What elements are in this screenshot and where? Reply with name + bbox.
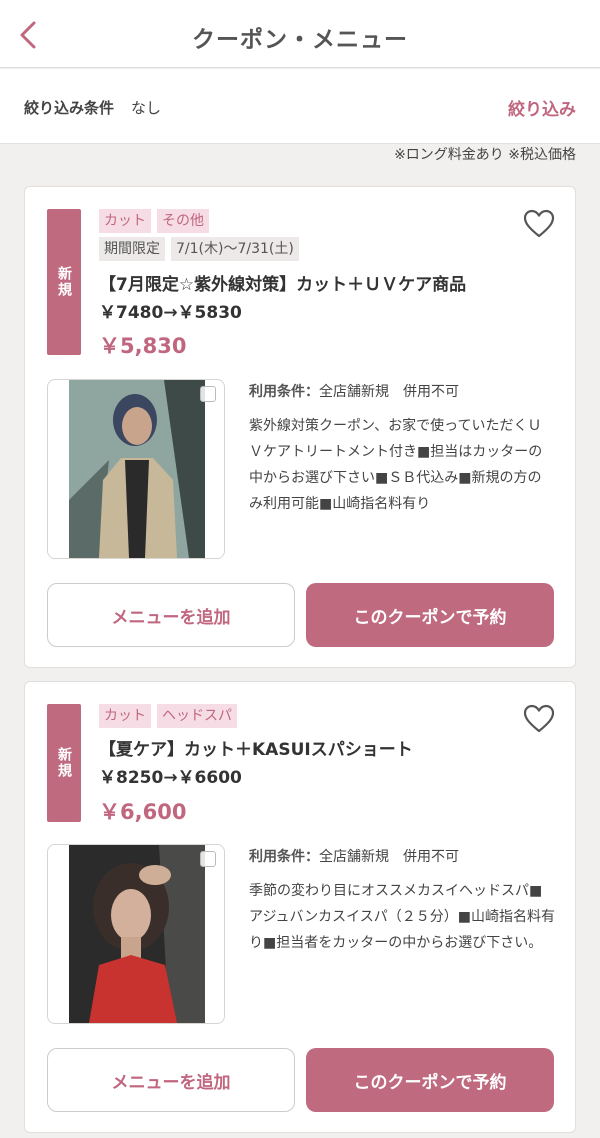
usage-condition-label: 利用条件：	[249, 384, 319, 400]
select-checkbox[interactable]	[200, 386, 216, 402]
coupon-card: 新規 カット ヘッドスパ 【夏ケア】カット＋KASUIスパショート￥8250→￥…	[24, 681, 576, 1133]
filter-condition-value: なし	[131, 99, 162, 117]
coupon-title[interactable]: 【夏ケア】カット＋KASUIスパショート￥8250→￥6600	[99, 736, 519, 792]
coupon-photo	[69, 845, 205, 1023]
filter-condition-label: 絞り込み条件	[24, 99, 115, 117]
limited-period: 7/1(木)〜7/31(土)	[171, 237, 299, 261]
coupon-card: 新規 カット その他 期間限定 7/1(木)〜7/31(土) 【7月限定☆紫外線…	[24, 186, 576, 668]
limited-period-row: 期間限定 7/1(木)〜7/31(土)	[99, 237, 299, 261]
coupon-photo-frame[interactable]	[47, 379, 225, 559]
page-title: クーポン・メニュー	[192, 27, 408, 53]
tag-list: カット ヘッドスパ	[99, 704, 237, 728]
add-menu-button[interactable]: メニューを追加	[47, 583, 295, 647]
book-coupon-button[interactable]: このクーポンで予約	[306, 1048, 554, 1112]
header: クーポン・メニュー	[0, 0, 600, 68]
usage-condition: 利用条件：全店舗新規 併用不可	[249, 381, 459, 401]
coupon-price: ￥5,830	[99, 334, 187, 358]
heart-icon[interactable]	[523, 704, 555, 734]
coupon-photo	[69, 380, 205, 558]
usage-condition-value: 全店舗新規 併用不可	[319, 384, 459, 400]
coupon-description: 季節の変わり目にオススメカスイヘッドスパ■アジュバンカスイスパ（２５分）■山崎指…	[249, 883, 555, 951]
filter-bar: 絞り込み条件 なし 絞り込み	[0, 69, 600, 144]
tag-list: カット その他	[99, 209, 209, 233]
select-checkbox[interactable]	[200, 851, 216, 867]
coupon-price: ￥6,600	[99, 800, 187, 824]
tag-head-spa: ヘッドスパ	[157, 704, 237, 728]
add-menu-button[interactable]: メニューを追加	[47, 1048, 295, 1112]
coupon-photo-frame[interactable]	[47, 844, 225, 1024]
new-customer-badge: 新規	[47, 704, 81, 822]
usage-condition-label: 利用条件：	[249, 849, 319, 865]
coupon-title[interactable]: 【7月限定☆紫外線対策】カット＋ＵＶケア商品￥7480→￥5830	[99, 271, 519, 327]
tag-cut: カット	[99, 209, 151, 233]
book-coupon-button[interactable]: このクーポンで予約	[306, 583, 554, 647]
new-customer-badge: 新規	[47, 209, 81, 355]
tag-other: その他	[157, 209, 209, 233]
limited-label: 期間限定	[99, 237, 165, 261]
usage-condition: 利用条件：全店舗新規 併用不可	[249, 846, 459, 866]
coupon-description: 紫外線対策クーポン、お家で使っていただくＵＶケアトリートメント付き■担当はカッタ…	[249, 418, 543, 512]
usage-condition-value: 全店舗新規 併用不可	[319, 849, 459, 865]
heart-icon[interactable]	[523, 209, 555, 239]
tag-cut: カット	[99, 704, 151, 728]
filter-button[interactable]: 絞り込み	[508, 95, 576, 120]
price-note: ※ロング料金あり ※税込価格	[394, 147, 576, 163]
